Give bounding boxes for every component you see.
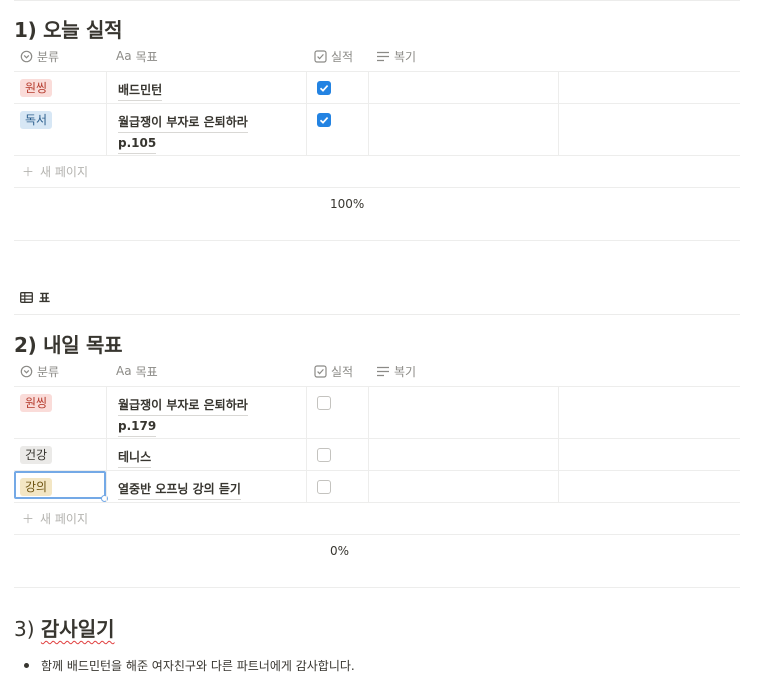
cell-category[interactable]: 원씽 [14, 72, 106, 103]
cell-empty[interactable] [558, 439, 741, 470]
cell-goal[interactable]: 테니스 [106, 439, 307, 470]
cell-goal[interactable]: 배드민턴 [106, 72, 307, 103]
goal-text[interactable]: 월급쟁이 부자로 은퇴하라 p.179 [118, 395, 248, 437]
done-checkbox[interactable] [317, 81, 331, 95]
header-goal[interactable]: Aa 목표 [116, 41, 158, 71]
checkbox-property-icon [314, 49, 327, 63]
plus-icon: ＋ [22, 165, 35, 179]
text-property-icon [377, 366, 389, 376]
cell-category[interactable]: 독서 [14, 104, 106, 155]
cell-review[interactable] [368, 471, 559, 502]
checkbox-property-icon [314, 364, 327, 378]
cell-category[interactable]: 원씽 [14, 387, 106, 438]
goal-text[interactable]: 월급쟁이 부자로 은퇴하라 p.105 [118, 112, 248, 154]
title-property-icon: Aa [116, 49, 132, 63]
database-today-results: 분류 Aa 목표 실적 복기 원씽 배드민턴 독서 월급쟁이 부자로 은퇴하라 … [14, 41, 740, 241]
title-property-icon: Aa [116, 364, 132, 378]
table-row[interactable]: 원씽 배드민턴 [14, 72, 740, 104]
done-percentage: 100% [330, 197, 365, 211]
done-checkbox[interactable] [317, 448, 331, 462]
cell-review[interactable] [368, 439, 559, 470]
view-divider [14, 314, 740, 315]
cell-goal[interactable]: 월급쟁이 부자로 은퇴하라 p.105 [106, 104, 307, 155]
cell-empty[interactable] [558, 72, 741, 103]
new-page-button[interactable]: ＋ 새 페이지 [14, 156, 740, 188]
header-goal[interactable]: Aa 목표 [116, 356, 158, 386]
cell-review[interactable] [368, 72, 559, 103]
done-checkbox[interactable] [317, 480, 331, 494]
done-checkbox[interactable] [317, 113, 331, 127]
cell-done[interactable] [306, 471, 369, 502]
cell-empty[interactable] [558, 387, 741, 438]
plus-icon: ＋ [22, 512, 35, 526]
database-tomorrow-goals: 분류 Aa 목표 실적 복기 원씽 월급쟁이 부자로 은퇴하라p.179 건강 [14, 356, 740, 588]
calculation-row[interactable]: 0% [14, 535, 740, 588]
cell-category-selected[interactable]: 강의 [14, 471, 108, 502]
cell-empty[interactable] [558, 104, 741, 155]
header-review[interactable]: 복기 [376, 41, 416, 71]
spellcheck-underlined-title: 감사일기 [40, 617, 115, 641]
goal-text[interactable]: 배드민턴 [118, 80, 163, 101]
cell-selection-outline [14, 471, 106, 499]
table-header: 분류 Aa 목표 실적 복기 [14, 356, 740, 387]
table-row[interactable]: 건강 테니스 [14, 439, 740, 471]
done-checkbox[interactable] [317, 396, 331, 410]
table-header: 분류 Aa 목표 실적 복기 [14, 41, 740, 72]
header-category[interactable]: 분류 [20, 41, 59, 71]
check-icon [319, 117, 329, 124]
cell-done[interactable] [306, 439, 369, 470]
calculation-row[interactable]: 100% [14, 188, 740, 241]
new-page-button[interactable]: ＋ 새 페이지 [14, 503, 740, 535]
cell-goal[interactable]: 월급쟁이 부자로 은퇴하라 p.179 [106, 387, 307, 438]
goal-text[interactable]: 테니스 [118, 447, 152, 468]
category-tag: 원씽 [20, 394, 53, 412]
header-category[interactable]: 분류 [20, 356, 59, 386]
select-property-icon [20, 50, 33, 62]
section-title-gratitude-journal: 3) 감사일기 [14, 617, 115, 641]
section-title-today-results: 1) 오늘 실적 [14, 18, 123, 42]
header-done[interactable]: 실적 [314, 356, 353, 386]
table-view-tab[interactable]: 표 [20, 289, 50, 306]
bullet-item[interactable]: 함께 배드민턴을 해준 여자친구와 다른 파트너에게 감사합니다. [24, 657, 355, 674]
cell-category[interactable]: 건강 [14, 439, 106, 470]
cell-goal[interactable]: 열중반 오프닝 강의 듣기 [106, 471, 307, 502]
select-property-icon [20, 365, 33, 377]
goal-text[interactable]: 열중반 오프닝 강의 듣기 [118, 479, 241, 500]
header-done[interactable]: 실적 [314, 41, 353, 71]
table-row[interactable]: 독서 월급쟁이 부자로 은퇴하라 p.105 [14, 104, 740, 156]
cell-done[interactable] [306, 387, 369, 438]
check-icon [319, 85, 329, 92]
cell-done[interactable] [306, 104, 369, 155]
cell-empty[interactable] [558, 471, 741, 502]
table-icon [20, 292, 33, 303]
table-row[interactable]: 원씽 월급쟁이 부자로 은퇴하라 p.179 [14, 387, 740, 439]
category-tag: 독서 [20, 111, 53, 129]
cell-review[interactable] [368, 104, 559, 155]
cell-review[interactable] [368, 387, 559, 438]
top-divider [14, 0, 740, 1]
section-title-tomorrow-goals: 2) 내일 목표 [14, 333, 123, 357]
header-review[interactable]: 복기 [376, 356, 416, 386]
category-tag: 원씽 [20, 79, 53, 97]
category-tag: 건강 [20, 446, 53, 464]
bullet-dot-icon [24, 663, 29, 668]
done-percentage: 0% [330, 544, 350, 558]
text-property-icon [377, 51, 389, 61]
table-row[interactable]: 강의 열중반 오프닝 강의 듣기 [14, 471, 740, 503]
cell-done[interactable] [306, 72, 369, 103]
